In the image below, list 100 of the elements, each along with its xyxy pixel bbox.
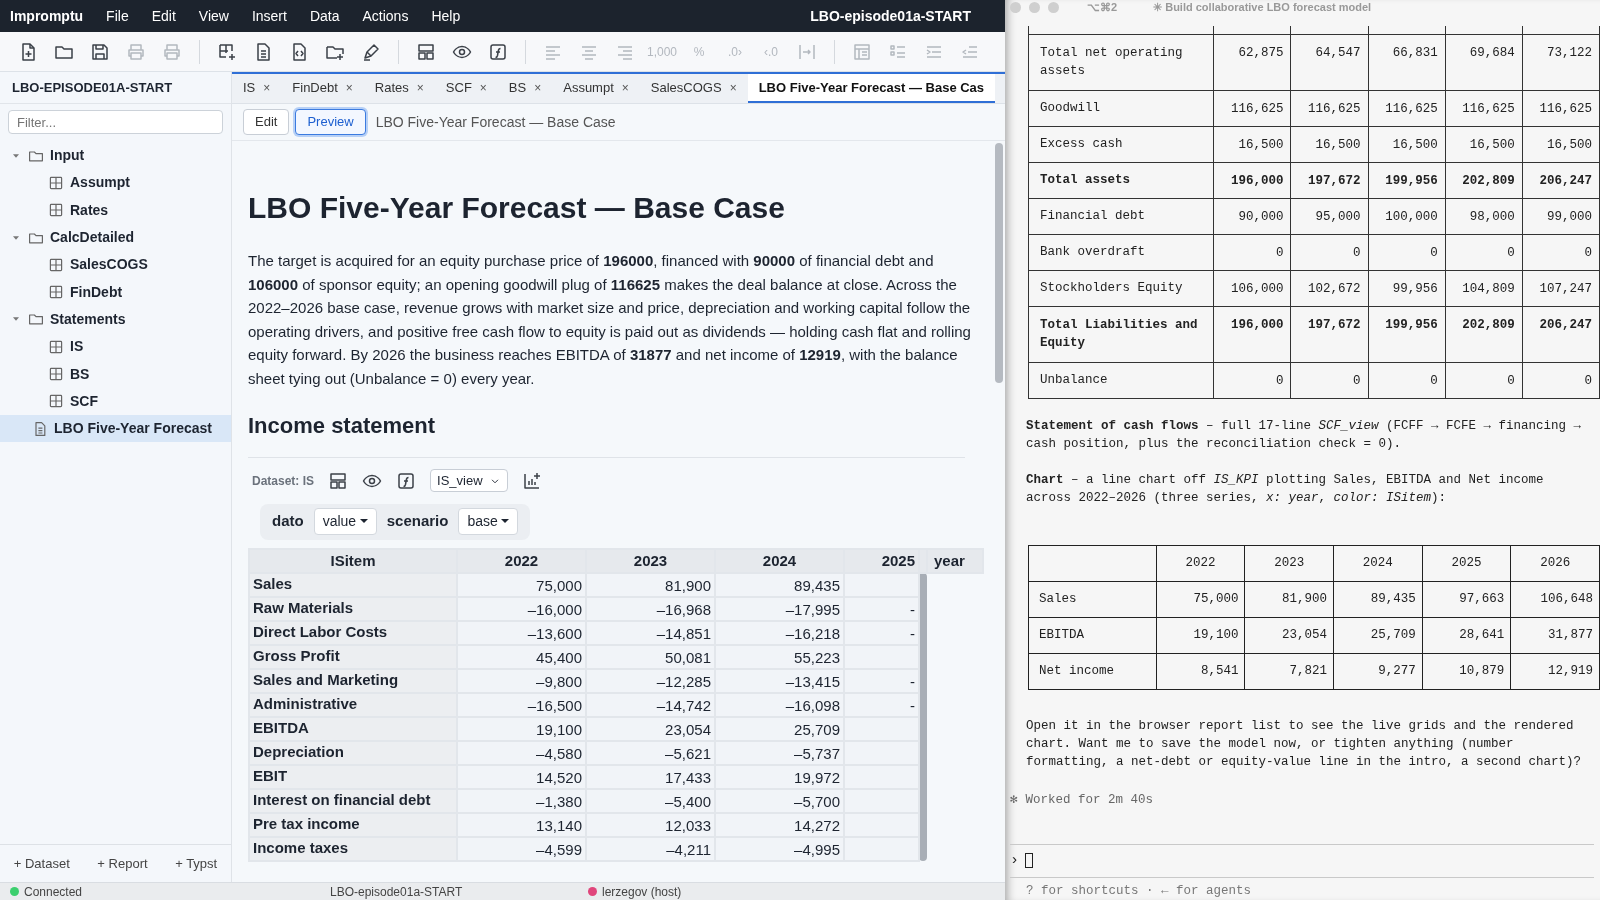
table-cell: 116,625: [1522, 90, 1600, 126]
table-cell: 55,223: [715, 644, 844, 669]
table-cell: –16,500: [457, 692, 586, 717]
table-cell: 116,625: [1445, 90, 1523, 126]
tree-item[interactable]: Statements: [0, 305, 231, 334]
table-cell: 99,956: [1368, 270, 1446, 306]
column-header: 2022: [457, 548, 586, 573]
add-link[interactable]: + Dataset: [13, 853, 70, 874]
window-title: ✳ Build collaborative LBO forecast model: [1153, 0, 1372, 15]
filter-field[interactable]: Filter...: [8, 110, 223, 134]
table-cell: 31,877: [1510, 617, 1600, 654]
row-header: Sales: [1028, 581, 1157, 618]
table-cell: –14,742: [586, 692, 715, 717]
table-cell: 73,122: [1522, 34, 1600, 90]
user-dot: [588, 887, 597, 896]
row-header: Excess cash: [1028, 126, 1214, 162]
table-cell: 116,625: [1290, 90, 1369, 126]
tree-item[interactable]: SalesCOGS: [0, 251, 231, 279]
tree-item[interactable]: Rates: [0, 196, 231, 224]
table-cell: 12,919: [1510, 653, 1600, 690]
table-cell: 12,033: [586, 812, 715, 837]
table-cell: –13,415: [715, 668, 844, 693]
table-cell: 116,625: [1368, 90, 1446, 126]
close-button[interactable]: ×: [416, 78, 424, 97]
window-title: LBO-episode01a-START: [810, 6, 971, 26]
tree-item[interactable]: LBO Five-Year Forecast: [0, 414, 231, 443]
tab[interactable]: Assumpt ×: [552, 74, 640, 103]
table-cell: –5,737: [715, 740, 844, 765]
tree-item[interactable]: Input: [0, 142, 231, 170]
tab[interactable]: BS ×: [497, 74, 553, 103]
table-cell: –5,621: [586, 740, 715, 765]
intro-paragraph: The target is acquired for an equity purchase price of 196000, financed with 90000 of financial debt and 106000 of sponsor equity; an opening goodwill plug of 116625 makes the deal balance at close. Across the 2022–2026 base case, revenue grows with market size and price, depreciation and working capital follow the operating drivers, and positive free cash flow to equity is paid out as dividends — holding cash flat and rolling equity forward. By 2026 the business reaches EBITDA of 31877 and net income of 12919, with the balance sheet tying out (Unbalance = 0) every year.: [248, 251, 972, 389]
tree-item[interactable]: IS: [0, 333, 231, 361]
tab[interactable]: SCF ×: [434, 74, 498, 103]
tree-item[interactable]: FinDebt: [0, 278, 231, 306]
menu-item[interactable]: Data: [309, 5, 340, 27]
row-header: Sales and Marketing: [249, 668, 457, 693]
table-cell: 8,541: [1156, 653, 1245, 690]
dropdown-button[interactable]: value: [313, 508, 377, 536]
view-select[interactable]: IS_view: [430, 468, 508, 493]
menu-item[interactable]: Insert: [251, 5, 287, 27]
tree-item[interactable]: CalcDetailed: [0, 223, 231, 252]
tab[interactable]: Rates ×: [363, 74, 435, 103]
close-button[interactable]: ×: [729, 78, 737, 97]
column-header: 2026: [1510, 545, 1600, 582]
close-button[interactable]: ×: [263, 78, 271, 97]
row-header: Depreciation: [249, 740, 457, 765]
hint-text: ? for shortcuts · ← for agents: [1026, 882, 1253, 900]
add-link[interactable]: + Typst: [175, 853, 218, 874]
tab[interactable]: SalesCOGS ×: [639, 74, 748, 103]
layout-icon[interactable]: [328, 470, 349, 491]
table-cell: 99,000: [1522, 198, 1600, 234]
row-header: Financial debt: [1028, 198, 1214, 234]
add-link[interactable]: + Report: [97, 853, 148, 874]
table-cell: 19,972: [715, 764, 844, 789]
tree-item[interactable]: BS: [0, 360, 231, 388]
table-cell: 0: [1290, 362, 1369, 398]
tab[interactable]: FinDebt ×: [281, 74, 364, 103]
grid-icon: [48, 393, 64, 410]
row-header: Sales: [249, 572, 457, 597]
row-header: Income taxes: [249, 836, 457, 861]
table-cell: 13,140: [457, 812, 586, 837]
row-header: Pre tax income: [249, 812, 457, 837]
dropdown-button[interactable]: base: [458, 508, 519, 536]
close-button[interactable]: ×: [621, 78, 629, 97]
text-cursor[interactable]: [1025, 853, 1033, 869]
row-header: Total net operating assets: [1028, 34, 1214, 90]
menu-item[interactable]: View: [198, 5, 229, 27]
function-icon[interactable]: [396, 470, 417, 491]
close-button[interactable]: ×: [479, 78, 487, 97]
tree-item[interactable]: Assumpt: [0, 169, 231, 197]
tab[interactable]: LBO Five-Year Forecast — Base Cas: [747, 74, 996, 103]
table-cell: 16,500: [1213, 126, 1291, 162]
shortcut-label: ⌥⌘2: [1087, 0, 1118, 15]
mode-button[interactable]: Preview: [295, 109, 366, 135]
table-cell: –4,995: [715, 836, 844, 861]
menu-item[interactable]: Help: [431, 5, 461, 27]
row-header: Stockholders Equity: [1028, 270, 1214, 306]
menu-item[interactable]: Edit: [151, 5, 176, 27]
close-button[interactable]: ×: [345, 78, 353, 97]
row-header: Interest on financial debt: [249, 788, 457, 813]
table-cell: 0: [1213, 362, 1291, 398]
tree-item[interactable]: SCF: [0, 387, 231, 415]
table-cell: 0: [1290, 234, 1369, 270]
menu-item[interactable]: Actions: [362, 5, 409, 27]
mode-button[interactable]: Edit: [243, 109, 290, 135]
table-cell: –16,000: [457, 596, 586, 621]
table-cell: 9,277: [1333, 653, 1423, 690]
close-button[interactable]: ×: [534, 78, 542, 97]
table-cell: –4,580: [457, 740, 586, 765]
row-header: EBITDA: [1028, 617, 1157, 654]
scrollbar[interactable]: [995, 143, 1003, 383]
table-cell: 28,641: [1422, 617, 1511, 654]
tab[interactable]: IS ×: [232, 74, 282, 103]
add-chart-icon[interactable]: [521, 470, 542, 491]
table-cell: 206,247: [1522, 162, 1600, 198]
column-header: 2024: [1333, 545, 1423, 582]
table-cell: 89,435: [715, 572, 844, 597]
table-cell: 14,272: [715, 812, 844, 837]
menu-item[interactable]: File: [106, 5, 129, 27]
